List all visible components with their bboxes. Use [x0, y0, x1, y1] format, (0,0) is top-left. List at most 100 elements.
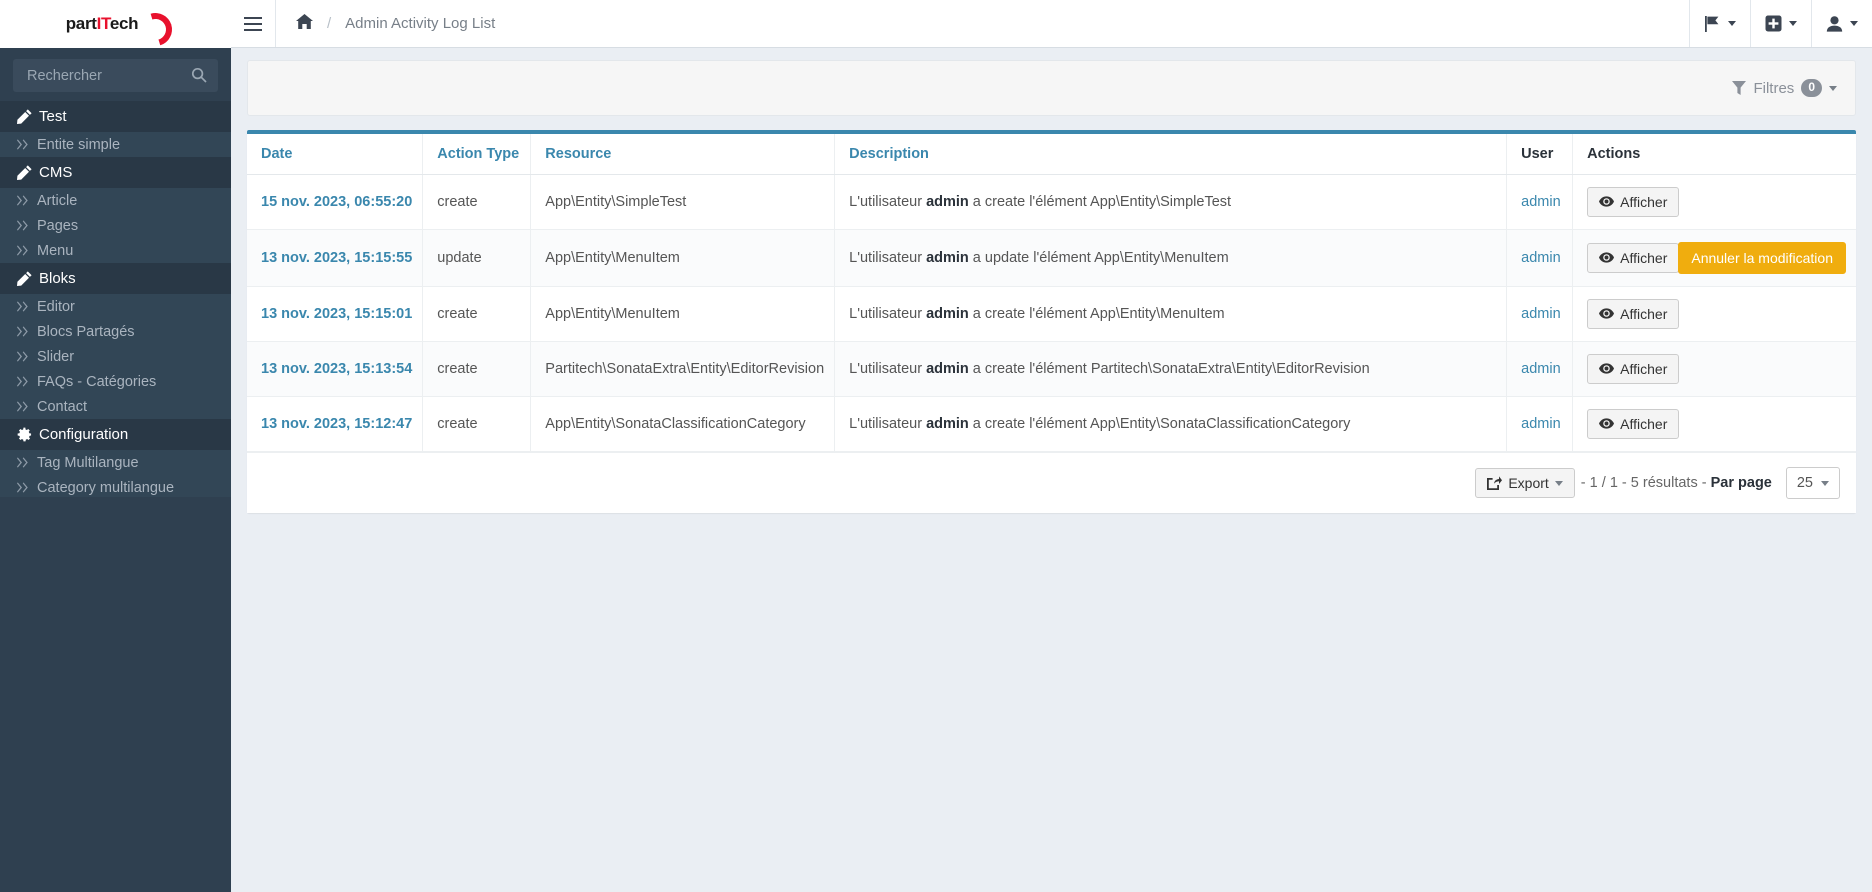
sidebar-item-pages[interactable]: Pages: [0, 213, 231, 238]
cell-user[interactable]: admin: [1506, 396, 1574, 452]
desc-suffix: a create l'élément App\Entity\MenuItem: [968, 306, 1225, 322]
cell-date[interactable]: 13 nov. 2023, 15:15:01: [247, 286, 424, 342]
desc-suffix: a create l'élément App\Entity\SimpleTest: [968, 194, 1232, 210]
language-dropdown[interactable]: [1689, 0, 1750, 47]
view-button[interactable]: Afficher: [1587, 243, 1680, 273]
cell-description: L'utilisateur admin a create l'élément A…: [834, 396, 1508, 452]
sidebar-item-label: FAQs - Catégories: [37, 373, 157, 390]
sidebar-item-editor[interactable]: Editor: [0, 294, 231, 319]
sidebar-item-faqs-cat-gories[interactable]: FAQs - Catégories: [0, 369, 231, 394]
sidebar-group-test[interactable]: Test: [0, 101, 231, 132]
cell-date[interactable]: 13 nov. 2023, 15:12:47: [247, 396, 424, 452]
table-body: 15 nov. 2023, 06:55:20 create App\Entity\S…: [247, 174, 1856, 452]
pencil-icon: [17, 109, 39, 124]
view-button[interactable]: Afficher: [1587, 299, 1680, 329]
main-area: / Admin Activity Log List Filtres 0 Date…: [231, 0, 1872, 892]
desc-username: admin: [926, 194, 969, 210]
sidebar-item-tag-multilangue[interactable]: Tag Multilangue: [0, 450, 231, 475]
page-title: Admin Activity Log List: [345, 15, 496, 32]
sidebar-item-blocs-partag-s[interactable]: Blocs Partagés: [0, 319, 231, 344]
desc-username: admin: [926, 416, 969, 432]
column-header-actions: Actions: [1572, 134, 1856, 175]
export-button[interactable]: Export: [1475, 468, 1575, 498]
home-icon[interactable]: [296, 13, 313, 34]
cell-user[interactable]: admin: [1506, 174, 1574, 230]
user-dropdown[interactable]: [1811, 0, 1872, 47]
logo-part-1: part: [65, 14, 97, 33]
pagination-info: - 1 / 1 - 5 résultats - Par page: [1581, 475, 1772, 491]
sidebar-group-cms[interactable]: CMS: [0, 157, 231, 188]
table-header-row: Date Action Type Resource Description Us…: [247, 134, 1856, 175]
view-button[interactable]: Afficher: [1587, 187, 1680, 217]
search-icon[interactable]: [191, 67, 207, 87]
view-button[interactable]: Afficher: [1587, 409, 1680, 439]
table-footer: Export - 1 / 1 - 5 résultats - Par page …: [247, 452, 1856, 513]
cell-user[interactable]: admin: [1506, 229, 1574, 287]
desc-prefix: L'utilisateur: [849, 250, 927, 266]
cell-date[interactable]: 13 nov. 2023, 15:13:54: [247, 341, 424, 397]
sidebar-item-label: Contact: [37, 398, 87, 415]
breadcrumb-separator: /: [327, 15, 332, 32]
filters-count-badge: 0: [1801, 79, 1822, 97]
flag-icon: [1705, 15, 1719, 32]
column-header-date[interactable]: Date: [247, 134, 424, 175]
cell-user[interactable]: admin: [1506, 341, 1574, 397]
sidebar-item-contact[interactable]: Contact: [0, 394, 231, 419]
sidebar-group-label: Bloks: [39, 270, 76, 287]
hamburger-icon[interactable]: [231, 0, 276, 47]
angle-double-right-icon: [17, 139, 37, 150]
sidebar-item-slider[interactable]: Slider: [0, 344, 231, 369]
cell-description: L'utilisateur admin a create l'élément A…: [834, 174, 1508, 230]
add-dropdown[interactable]: [1750, 0, 1811, 47]
sidebar-item-entite-simple[interactable]: Entite simple: [0, 132, 231, 157]
filters-button[interactable]: Filtres 0: [1732, 79, 1837, 97]
desc-prefix: L'utilisateur: [849, 361, 927, 377]
per-page-value: 25: [1796, 475, 1813, 491]
search-input[interactable]: [25, 66, 206, 85]
chevron-down-icon: [1821, 480, 1829, 486]
sidebar-group-bloks[interactable]: Bloks: [0, 263, 231, 294]
per-page-select[interactable]: 25: [1785, 467, 1840, 499]
dash-left: -: [1580, 475, 1586, 491]
user-icon: [1826, 15, 1843, 32]
sidebar-group-label: Configuration: [39, 426, 129, 443]
action-button-group: Afficher Annuler la modification: [1587, 242, 1846, 274]
column-header-resource[interactable]: Resource: [530, 134, 836, 175]
sidebar-group-configuration[interactable]: Configuration: [0, 419, 231, 450]
share-square-icon: [1487, 476, 1503, 490]
revert-button[interactable]: Annuler la modification: [1678, 242, 1846, 274]
sidebar-item-category-multilangue[interactable]: Category multilangue: [0, 475, 231, 497]
view-button[interactable]: Afficher: [1587, 354, 1680, 384]
cell-description: L'utilisateur admin a create l'élément A…: [834, 286, 1508, 342]
cell-date[interactable]: 15 nov. 2023, 06:55:20: [247, 174, 424, 230]
cell-description: L'utilisateur admin a create l'élément P…: [834, 341, 1508, 397]
desc-username: admin: [926, 306, 969, 322]
column-header-action-type[interactable]: Action Type: [422, 134, 532, 175]
cell-actions: Afficher: [1572, 341, 1856, 397]
activity-log-table: Date Action Type Resource Description Us…: [247, 134, 1856, 452]
cell-action-type: create: [422, 286, 532, 342]
angle-double-right-icon: [17, 220, 37, 231]
sidebar-item-article[interactable]: Article: [0, 188, 231, 213]
cell-actions: Afficher Annuler la modification: [1572, 229, 1856, 287]
sidebar-search[interactable]: [13, 59, 218, 92]
filter-icon: [1732, 81, 1747, 95]
eye-icon: [1599, 361, 1615, 377]
sidebar-item-label: Pages: [37, 217, 79, 234]
eye-icon: [1599, 416, 1615, 432]
table-row: 13 nov. 2023, 15:13:54 create Partitech\So…: [247, 341, 1856, 397]
sidebar-item-label: Category multilangue: [37, 479, 175, 496]
action-button-group: Afficher: [1587, 354, 1846, 384]
brand-logo[interactable]: partITech: [0, 0, 231, 48]
sidebar-group-label: CMS: [39, 164, 73, 181]
view-button-label: Afficher: [1620, 194, 1668, 210]
cell-resource: App\Entity\MenuItem: [530, 229, 836, 287]
column-header-description[interactable]: Description: [834, 134, 1508, 175]
sidebar: partITech Test Entite simple CMS Article Pag…: [0, 0, 231, 892]
cell-date[interactable]: 13 nov. 2023, 15:15:55: [247, 229, 424, 287]
cell-resource: App\Entity\MenuItem: [530, 286, 836, 342]
per-page-label: Par page: [1710, 475, 1772, 491]
sidebar-item-menu[interactable]: Menu: [0, 238, 231, 263]
cell-user[interactable]: admin: [1506, 286, 1574, 342]
pencil-icon: [17, 271, 39, 286]
